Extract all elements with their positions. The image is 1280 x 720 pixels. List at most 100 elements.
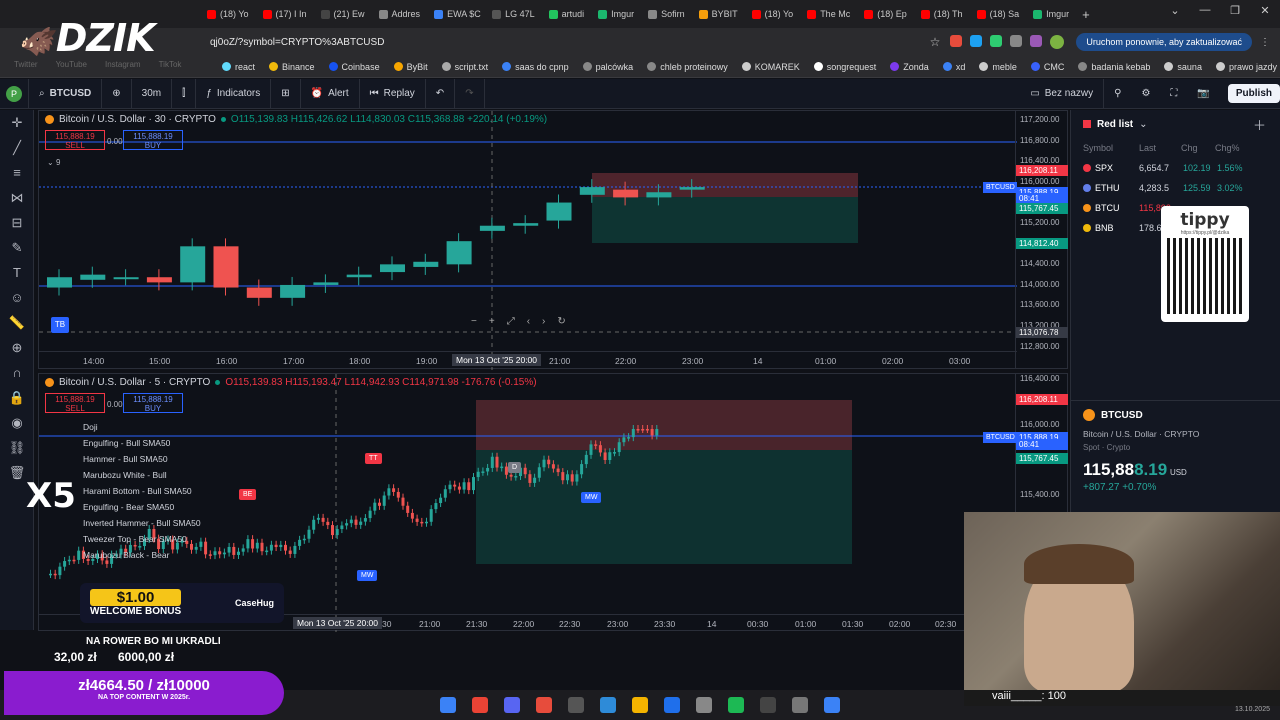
- taskbar-app-icon[interactable]: [824, 697, 840, 713]
- scroll-right-icon[interactable]: ›: [542, 316, 545, 327]
- bookmark-item[interactable]: xd: [942, 62, 965, 72]
- details-name[interactable]: Bitcoin / U.S. Dollar: [1083, 429, 1157, 439]
- bookmark-item[interactable]: Coinbase: [328, 62, 380, 72]
- profile-icon[interactable]: P: [0, 78, 29, 109]
- browser-tab[interactable]: (18) Th: [914, 3, 970, 25]
- taskbar-app-icon[interactable]: [664, 697, 680, 713]
- taskbar-app-icon[interactable]: [504, 697, 520, 713]
- projection-icon[interactable]: ⊟: [0, 210, 34, 235]
- extension-icon[interactable]: [990, 35, 1003, 47]
- bookmark-item[interactable]: TikTok: [159, 60, 182, 69]
- trendline-icon[interactable]: ╱: [0, 135, 34, 160]
- snapshot-icon[interactable]: 📷: [1187, 79, 1219, 109]
- bookmark-item[interactable]: songrequest: [813, 62, 876, 72]
- zoom-in-icon[interactable]: +: [489, 316, 495, 327]
- watchlist-title[interactable]: Red list: [1097, 119, 1133, 130]
- bookmark-item[interactable]: sauna: [1164, 62, 1202, 72]
- taskbar-app-icon[interactable]: [568, 697, 584, 713]
- buy-button[interactable]: 115,888.19 BUY: [123, 130, 183, 150]
- indicators-button[interactable]: ƒ Indicators: [196, 78, 272, 109]
- taskbar-app-icon[interactable]: [696, 697, 712, 713]
- price-axis-30m[interactable]: 117,200.00 116,800.00 116,400.00 116,000.00…: [1015, 111, 1068, 368]
- extension-icon[interactable]: [1010, 35, 1023, 47]
- templates-icon[interactable]: ⊞: [271, 78, 301, 109]
- pattern-icon[interactable]: ⋈: [0, 185, 34, 210]
- undo-icon[interactable]: ↶: [426, 78, 456, 109]
- crosshair-icon[interactable]: ✛: [0, 110, 34, 135]
- lock-icon[interactable]: 🔒: [0, 385, 34, 410]
- link-icon[interactable]: ⛓: [0, 435, 34, 460]
- browser-tab[interactable]: Sofirn: [641, 3, 692, 25]
- candles-icon[interactable]: ⫿: [172, 78, 197, 109]
- browser-tab[interactable]: (18) Yo: [745, 3, 801, 25]
- browser-tab[interactable]: Imgur: [1026, 3, 1076, 25]
- close-icon[interactable]: ✕: [1250, 4, 1280, 17]
- bookmark-item[interactable]: Twitter: [14, 60, 38, 69]
- scroll-left-icon[interactable]: ‹: [527, 316, 530, 327]
- extension-icon[interactable]: [950, 35, 963, 47]
- pattern-badge[interactable]: TT: [365, 453, 382, 464]
- browser-tab[interactable]: (18) Ep: [857, 3, 914, 25]
- bookmark-item[interactable]: palcówka: [582, 62, 633, 72]
- publish-button[interactable]: Publish: [1227, 84, 1280, 103]
- browser-tab[interactable]: Imgur: [591, 3, 641, 25]
- extension-icon[interactable]: [1030, 35, 1043, 47]
- bookmark-item[interactable]: CMC: [1030, 62, 1064, 72]
- pattern-badge[interactable]: MW: [357, 570, 378, 581]
- watchlist-row[interactable]: SPX 6,654.7 102.19 1.56%: [1071, 158, 1280, 178]
- browser-tab[interactable]: (17) I In: [256, 3, 314, 25]
- add-symbol-icon[interactable]: ⊕: [102, 78, 132, 109]
- sell-button[interactable]: 115,888.19 SELL: [45, 393, 105, 413]
- star-icon[interactable]: ☆: [930, 35, 941, 49]
- fib-icon[interactable]: ≡: [0, 160, 34, 185]
- bookmark-item[interactable]: react: [222, 62, 255, 72]
- url-field[interactable]: qj0oZ/?symbol=CRYPTO%3ABTCUSD: [210, 37, 930, 48]
- fullscreen-icon[interactable]: ⛶: [1160, 79, 1187, 109]
- alert-button[interactable]: ⏰ Alert: [301, 78, 360, 109]
- symbol-search[interactable]: ⌕ BTCUSD: [29, 78, 103, 109]
- bookmark-item[interactable]: script.txt: [441, 62, 488, 72]
- taskbar-app-icon[interactable]: [760, 697, 776, 713]
- profile-avatar[interactable]: [1050, 35, 1065, 49]
- browser-tab[interactable]: artudi: [542, 3, 592, 25]
- add-symbol-icon[interactable]: ＋: [1253, 115, 1266, 134]
- magnet-icon[interactable]: ∩: [0, 360, 34, 385]
- replay-button[interactable]: ⏮ Replay: [360, 78, 426, 109]
- redo-icon[interactable]: ↷: [455, 78, 485, 109]
- bookmark-item[interactable]: chleb proteinowy: [647, 62, 728, 72]
- zoom-icon[interactable]: ⊕: [0, 335, 34, 360]
- bookmark-item[interactable]: prawo jazdy: [1215, 62, 1277, 72]
- new-tab-button[interactable]: +: [1082, 7, 1090, 22]
- bookmark-item[interactable]: KOMAREK: [741, 62, 800, 72]
- browser-tab[interactable]: (21) Ew: [314, 3, 372, 25]
- refresh-icon[interactable]: ↻: [557, 316, 565, 327]
- browser-tab[interactable]: LG 47L: [485, 3, 542, 25]
- buy-button[interactable]: 115,888.19 BUY: [123, 393, 183, 413]
- browser-tab[interactable]: EWA $C: [427, 3, 485, 25]
- bookmark-item[interactable]: badania kebab: [1078, 62, 1150, 72]
- pattern-badge[interactable]: MW: [581, 492, 602, 503]
- sell-button[interactable]: 115,888.19 SELL: [45, 130, 105, 150]
- bookmark-item[interactable]: meble: [979, 62, 1017, 72]
- emoji-icon[interactable]: ☺: [0, 285, 34, 310]
- extension-icon[interactable]: [970, 35, 983, 47]
- taskbar-app-icon[interactable]: [600, 697, 616, 713]
- pattern-badge[interactable]: BE: [239, 489, 257, 500]
- ruler-icon[interactable]: 📏: [0, 310, 34, 335]
- chevron-down-icon[interactable]: ⌄: [1160, 4, 1190, 17]
- eye-icon[interactable]: ◉: [0, 410, 34, 435]
- brush-icon[interactable]: ✎: [0, 235, 34, 260]
- bookmark-item[interactable]: saas do cpnp: [502, 62, 569, 72]
- taskbar-app-icon[interactable]: [632, 697, 648, 713]
- indicators-collapse[interactable]: ⌄ 9: [47, 158, 60, 167]
- taskbar-app-icon[interactable]: [536, 697, 552, 713]
- casehug-promo[interactable]: $1.00 WELCOME BONUS CaseHug: [80, 583, 284, 623]
- taskbar-app-icon[interactable]: [440, 697, 456, 713]
- browser-tab[interactable]: Addres: [372, 3, 428, 25]
- taskbar-app-icon[interactable]: [472, 697, 488, 713]
- pattern-badge[interactable]: D: [508, 462, 522, 473]
- more-menu-icon[interactable]: ⋮: [1260, 37, 1270, 48]
- layout-button[interactable]: ▭ Bez nazwy: [1020, 78, 1105, 109]
- quick-search-icon[interactable]: ⚲: [1104, 79, 1131, 109]
- text-icon[interactable]: T: [0, 260, 34, 285]
